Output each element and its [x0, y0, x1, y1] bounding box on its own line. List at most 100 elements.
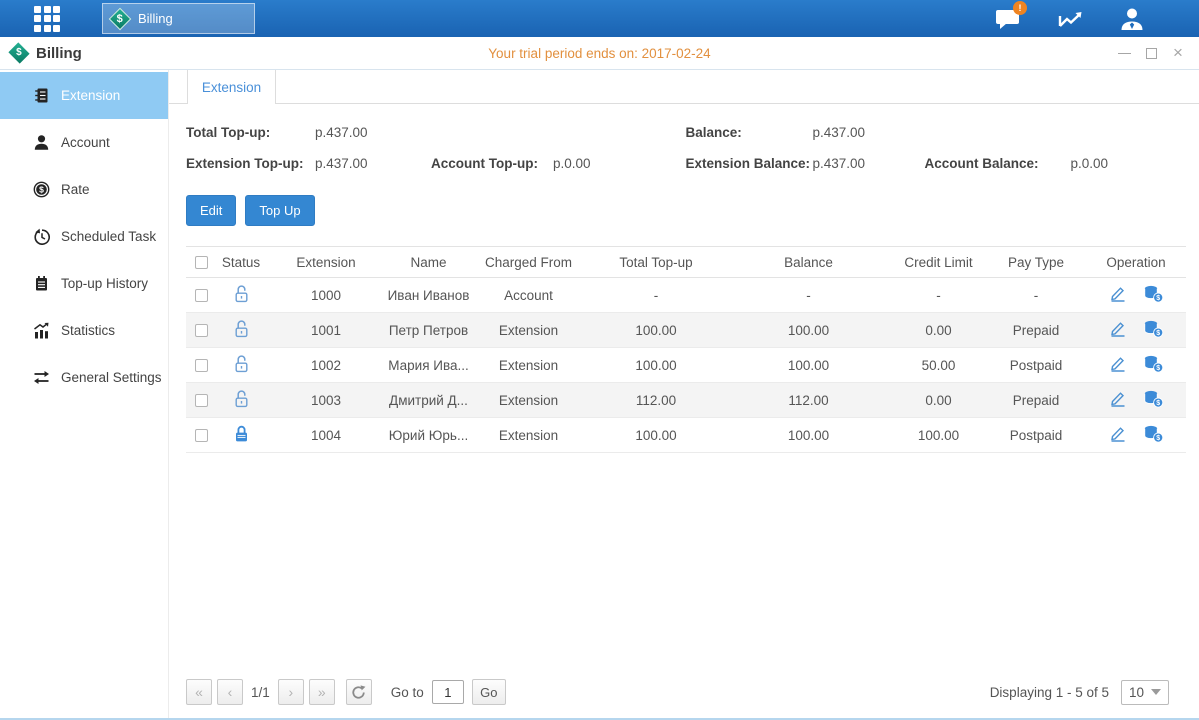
- maximize-button[interactable]: [1144, 46, 1158, 60]
- svg-text:$: $: [1156, 435, 1160, 442]
- topup-icon[interactable]: $: [1143, 425, 1164, 446]
- topup-icon[interactable]: $: [1143, 355, 1164, 376]
- top-up-button[interactable]: Top Up: [245, 195, 314, 226]
- unlocked-icon: [233, 326, 250, 341]
- cell-extension: 1004: [266, 418, 386, 453]
- unlocked-icon: [233, 396, 250, 411]
- taskbar-tab-billing[interactable]: $ Billing: [102, 3, 255, 34]
- edit-icon[interactable]: [1109, 425, 1127, 445]
- account-topup-label: Account Top-up:: [431, 156, 553, 171]
- cell-balance: 100.00: [726, 348, 891, 383]
- table-row: 1001Петр ПетровExtension100.00100.000.00…: [186, 313, 1186, 348]
- page-size-value: 10: [1129, 685, 1144, 700]
- refresh-button[interactable]: [346, 679, 372, 705]
- cell-credit-limit: 0.00: [891, 383, 986, 418]
- sidebar-item-account[interactable]: Account: [0, 119, 168, 166]
- go-button[interactable]: Go: [472, 679, 506, 705]
- select-all-checkbox[interactable]: [195, 256, 208, 269]
- sidebar-item-label: Rate: [61, 182, 90, 197]
- header-charged-from: Charged From: [471, 247, 586, 278]
- last-page-button[interactable]: »: [309, 679, 335, 705]
- account-topup-value: p.0.00: [553, 156, 686, 171]
- page-indicator: 1/1: [248, 685, 278, 700]
- sidebar-item-scheduled-task[interactable]: Scheduled Task: [0, 213, 168, 260]
- cell-extension: 1000: [266, 278, 386, 313]
- header-credit-limit: Credit Limit: [891, 247, 986, 278]
- first-page-button[interactable]: «: [186, 679, 212, 705]
- svg-text:$: $: [1156, 295, 1160, 302]
- header-total-topup: Total Top-up: [586, 247, 726, 278]
- clock-history-icon: [33, 228, 50, 245]
- trial-notice: Your trial period ends on: 2017-02-24: [0, 46, 1199, 61]
- prev-page-button[interactable]: ‹: [217, 679, 243, 705]
- cell-credit-limit: 0.00: [891, 313, 986, 348]
- extension-balance-value: p.437.00: [813, 156, 925, 171]
- cell-charged-from: Extension: [471, 383, 586, 418]
- cell-extension: 1003: [266, 383, 386, 418]
- sidebar-item-extension[interactable]: Extension: [0, 72, 168, 119]
- cell-balance: 100.00: [726, 313, 891, 348]
- tab-strip: Extension: [169, 70, 1199, 104]
- topup-icon[interactable]: $: [1143, 320, 1164, 341]
- table-row: 1002Мария Ива...Extension100.00100.0050.…: [186, 348, 1186, 383]
- header-status: Status: [216, 247, 266, 278]
- sidebar-item-general-settings[interactable]: General Settings: [0, 354, 168, 401]
- bar-chart-icon: [33, 322, 50, 339]
- person-icon: [33, 134, 50, 151]
- cell-total-topup: -: [586, 278, 726, 313]
- statistics-chart-icon[interactable]: [1057, 7, 1085, 31]
- cell-pay-type: Postpaid: [986, 348, 1086, 383]
- edit-icon[interactable]: [1109, 390, 1127, 410]
- cell-total-topup: 100.00: [586, 418, 726, 453]
- table-row: 1000Иван ИвановAccount----$: [186, 278, 1186, 313]
- header-balance: Balance: [726, 247, 891, 278]
- minimize-button[interactable]: [1117, 46, 1131, 60]
- next-page-button[interactable]: ›: [278, 679, 304, 705]
- sidebar-item-label: Scheduled Task: [61, 229, 156, 244]
- cell-charged-from: Extension: [471, 313, 586, 348]
- cell-name: Юрий Юрь...: [386, 418, 471, 453]
- billing-summary: Total Top-up: p.437.00 Extension Top-up:…: [186, 117, 1185, 179]
- header-pay-type: Pay Type: [986, 247, 1086, 278]
- header-name: Name: [386, 247, 471, 278]
- page-size-select[interactable]: 10: [1121, 680, 1169, 705]
- cell-name: Иван Иванов: [386, 278, 471, 313]
- cell-pay-type: Prepaid: [986, 383, 1086, 418]
- topup-icon[interactable]: $: [1143, 285, 1164, 306]
- cell-total-topup: 100.00: [586, 348, 726, 383]
- cell-pay-type: -: [986, 278, 1086, 313]
- row-checkbox[interactable]: [195, 394, 208, 407]
- app-launcher-icon[interactable]: [34, 6, 60, 32]
- window-title: Billing: [36, 45, 82, 62]
- chevron-down-icon: [1151, 689, 1161, 695]
- row-checkbox[interactable]: [195, 359, 208, 372]
- edit-icon[interactable]: [1109, 355, 1127, 375]
- notification-badge: !: [1013, 1, 1027, 15]
- row-checkbox[interactable]: [195, 324, 208, 337]
- messages-icon[interactable]: !: [995, 7, 1023, 31]
- sidebar-item-statistics[interactable]: Statistics: [0, 307, 168, 354]
- close-button[interactable]: ×: [1171, 46, 1185, 60]
- total-topup-value: p.437.00: [315, 125, 431, 140]
- header-operation: Operation: [1086, 247, 1186, 278]
- total-topup-label: Total Top-up:: [186, 125, 315, 140]
- row-checkbox[interactable]: [195, 429, 208, 442]
- sidebar-item-rate[interactable]: $ Rate: [0, 166, 168, 213]
- sidebar-item-topup-history[interactable]: Top-up History: [0, 260, 168, 307]
- tab-extension[interactable]: Extension: [187, 70, 276, 104]
- edit-button[interactable]: Edit: [186, 195, 236, 226]
- topup-icon[interactable]: $: [1143, 390, 1164, 411]
- user-account-icon[interactable]: [1119, 7, 1147, 31]
- unlocked-icon: [233, 291, 250, 306]
- sidebar-item-label: Statistics: [61, 323, 115, 338]
- cell-pay-type: Postpaid: [986, 418, 1086, 453]
- edit-icon[interactable]: [1109, 285, 1127, 305]
- table-header-row: Status Extension Name Charged From Total…: [186, 247, 1186, 278]
- edit-icon[interactable]: [1109, 320, 1127, 340]
- goto-page-input[interactable]: [432, 680, 464, 704]
- unlocked-icon: [233, 361, 250, 376]
- row-checkbox[interactable]: [195, 289, 208, 302]
- main-panel: Extension Total Top-up: p.437.00 Extensi…: [168, 70, 1199, 718]
- notepad-icon: [33, 275, 50, 292]
- table-row: 1003Дмитрий Д...Extension112.00112.000.0…: [186, 383, 1186, 418]
